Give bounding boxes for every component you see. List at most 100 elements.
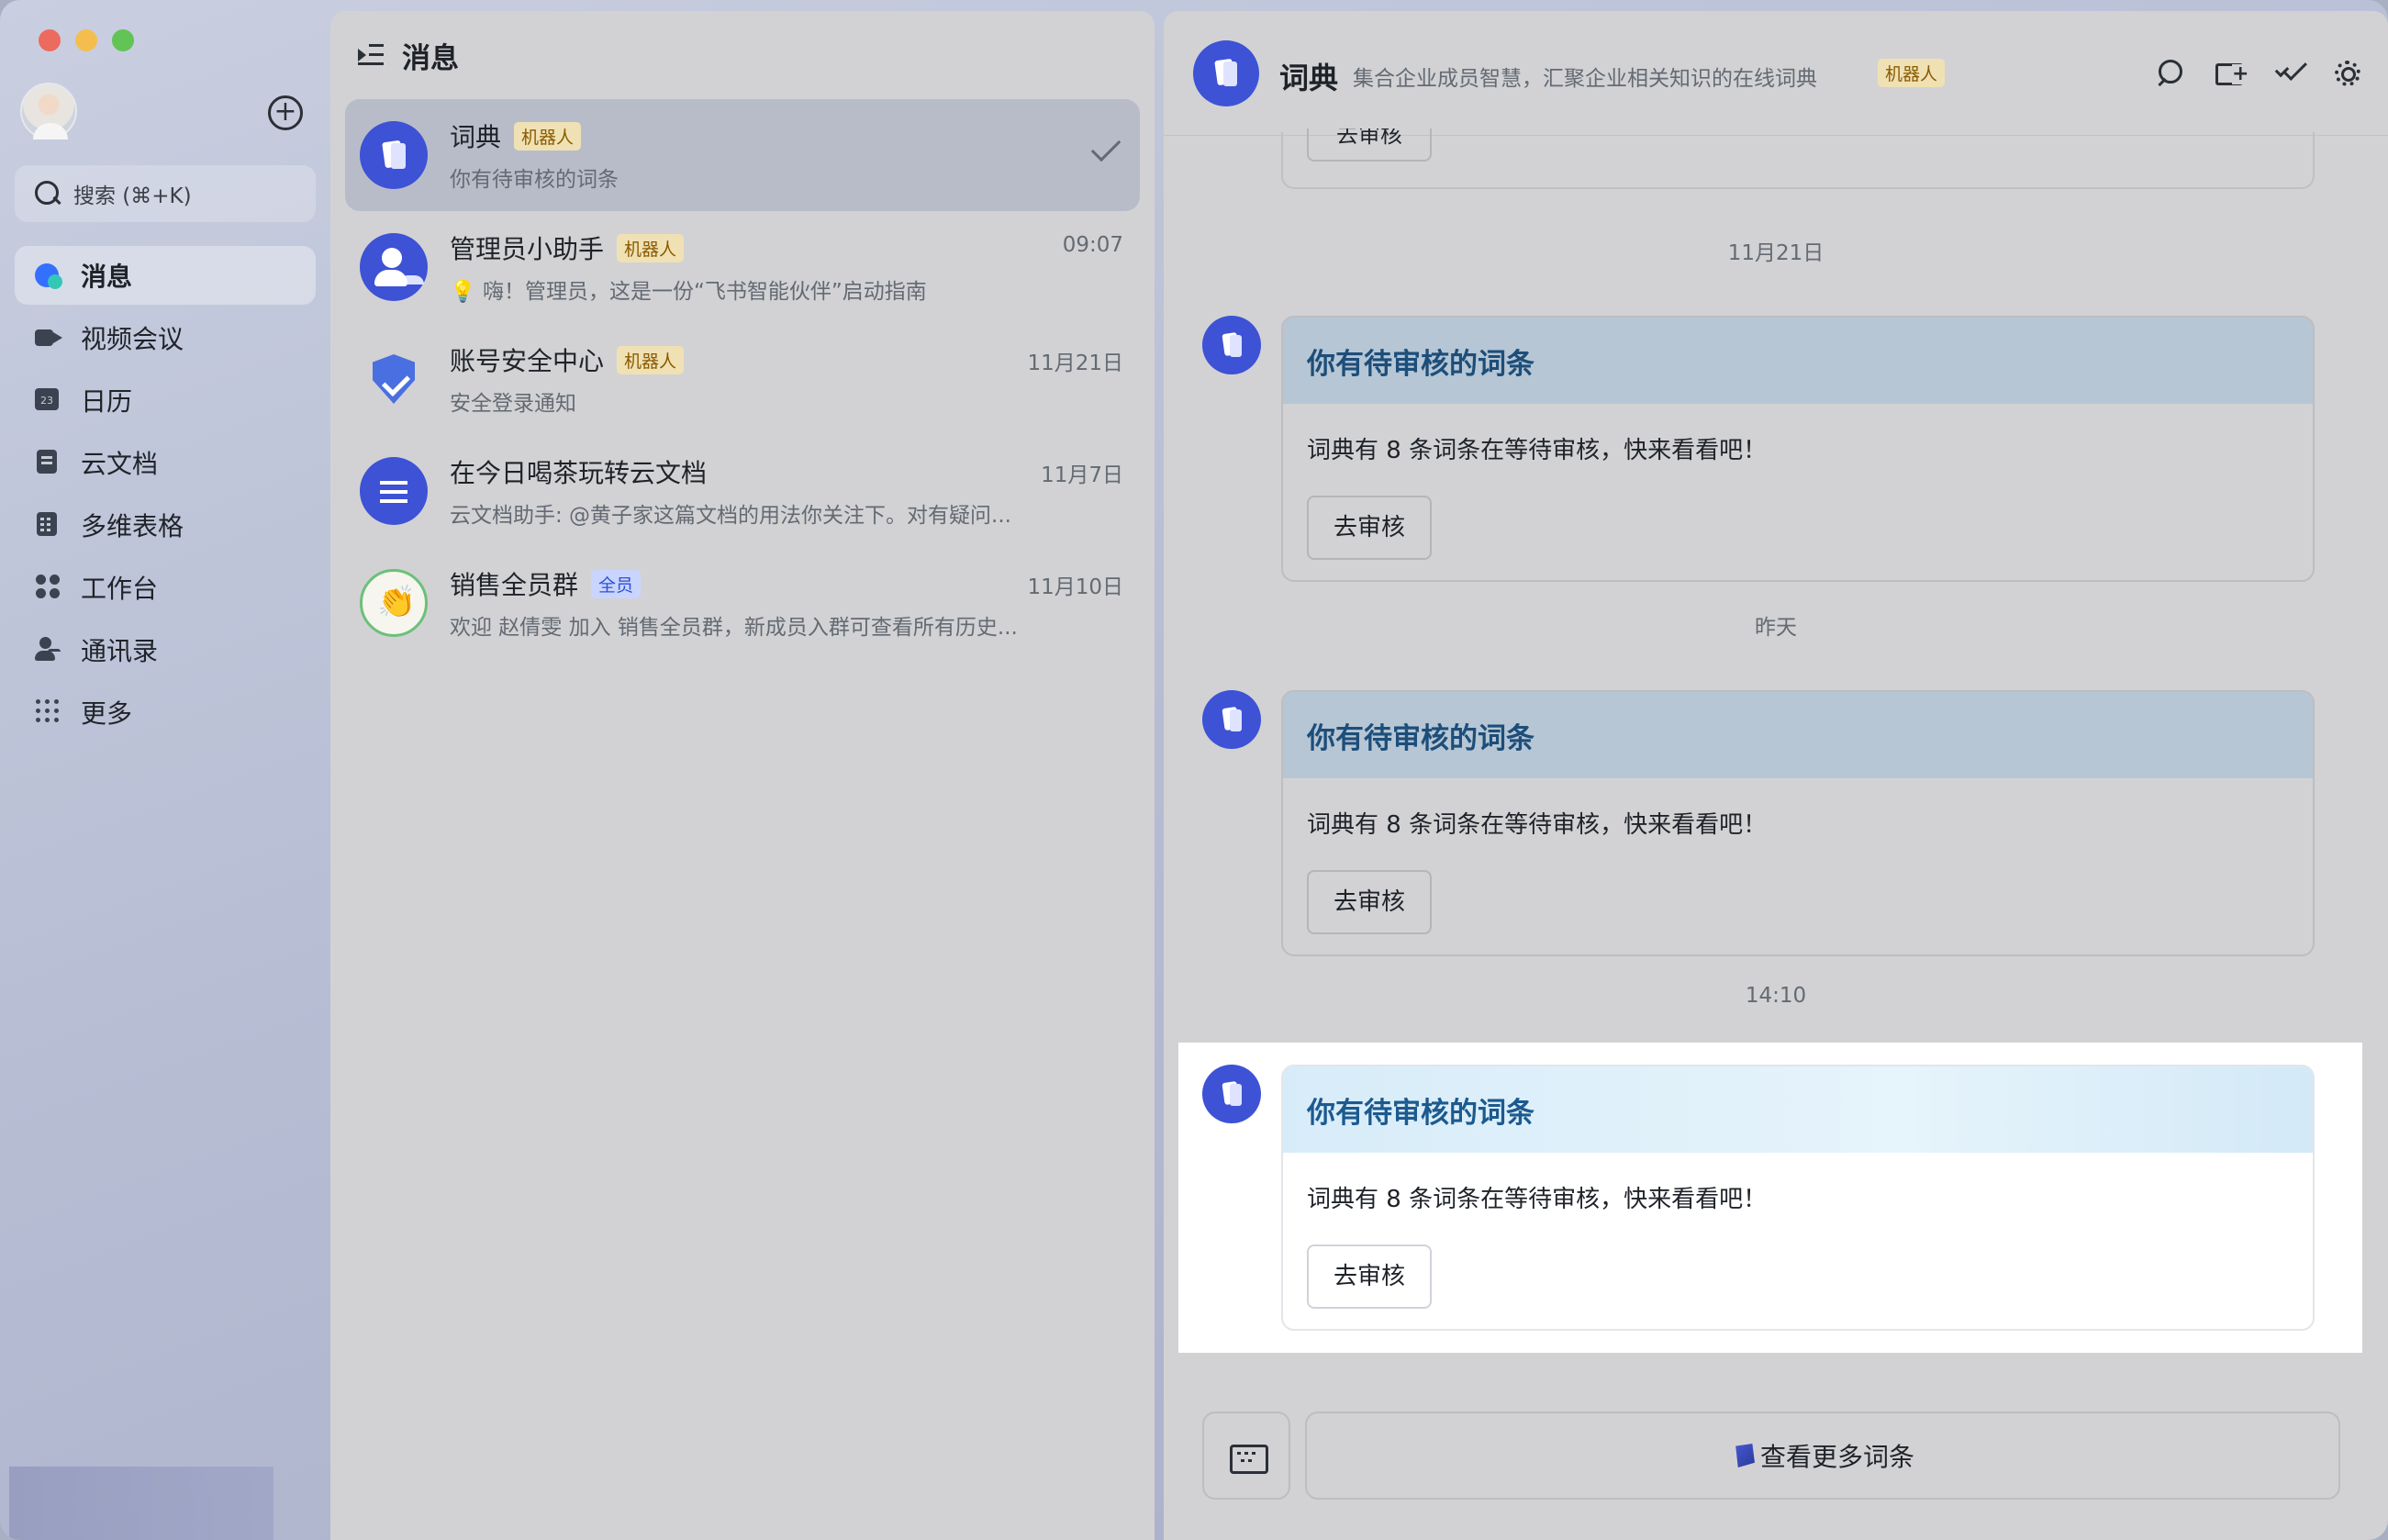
review-button[interactable]: 去审核 xyxy=(1307,870,1432,934)
sidebar-item-video-meeting[interactable]: 视频会议 xyxy=(15,308,316,367)
view-more-entries-button[interactable]: 查看更多词条 xyxy=(1305,1412,2340,1500)
gear-icon[interactable] xyxy=(2333,59,2360,86)
app-window: + 搜索 (⌘+K) 消息 视频会议 日历 云文档 xyxy=(0,0,2388,1540)
conversation-list-panel: 消息 词典 机器人 你有待审核的词条 管理员小助手 机器人 💡 嗨！管理员，这是… xyxy=(330,11,1155,1540)
sidebar-item-docs[interactable]: 云文档 xyxy=(15,433,316,492)
conversation-name: 管理员小助手 机器人 xyxy=(450,229,685,266)
sidebar-item-workspace[interactable]: 工作台 xyxy=(15,558,316,617)
conversation-item-sales-group[interactable]: 销售全员群 全员 欢迎 赵倩雯 加入 销售全员群，新成员入群可查看所有历史...… xyxy=(345,547,1140,659)
message-card-item-highlighted: 你有待审核的词条 词典有 8 条词条在等待审核，快来看看吧！ 去审核 xyxy=(1178,1043,2362,1353)
review-button[interactable]: 去审核 xyxy=(1307,496,1432,560)
conversation-name: 在今日喝茶玩转云文档 xyxy=(450,453,707,490)
minimize-window-button[interactable] xyxy=(75,29,97,51)
conversation-time: 11月21日 xyxy=(1027,352,1123,375)
dictionary-bot-avatar xyxy=(360,121,428,189)
conversation-item-doc-group[interactable]: 在今日喝茶玩转云文档 云文档助手: @黄子家这篇文档的用法你关注下。对有疑问..… xyxy=(345,435,1140,547)
conversation-time: 09:07 xyxy=(1062,233,1123,257)
sidebar-footer-area xyxy=(9,1467,273,1540)
card-text: 词典有 8 条词条在等待审核，快来看看吧！ xyxy=(1307,437,1768,464)
document-icon xyxy=(360,457,428,525)
bot-tag: 机器人 xyxy=(514,121,582,151)
keyboard-icon[interactable] xyxy=(1202,1412,1290,1500)
view-more-label: 查看更多词条 xyxy=(1759,1442,1914,1472)
sidebar: + 搜索 (⌘+K) 消息 视频会议 日历 云文档 xyxy=(0,0,330,1540)
conversation-name-text: 词典 xyxy=(450,122,502,152)
sidebar-item-label: 日历 xyxy=(81,386,133,417)
review-card: 你有待审核的词条 词典有 8 条词条在等待审核，快来看看吧！ 去审核 xyxy=(1281,690,2315,956)
window-controls xyxy=(39,29,134,51)
search-chat-icon[interactable] xyxy=(2157,59,2184,86)
conversation-name-text: 在今日喝茶玩转云文档 xyxy=(450,458,708,488)
bot-tag: 机器人 xyxy=(617,345,685,374)
sidebar-item-calendar[interactable]: 日历 xyxy=(15,371,316,430)
review-button[interactable]: 去审核 xyxy=(1307,128,1432,162)
time-separator: 14:10 xyxy=(1745,984,1807,1008)
conversation-preview: 安全登录通知 xyxy=(450,392,576,416)
user-avatar[interactable] xyxy=(20,83,77,139)
time-separator: 11月21日 xyxy=(1727,241,1824,265)
video-icon xyxy=(35,324,62,352)
sidebar-item-base[interactable]: 多维表格 xyxy=(15,496,316,554)
card-title: 你有待审核的词条 xyxy=(1283,1066,2313,1153)
bot-tag: 机器人 xyxy=(617,233,685,262)
message-card-item: 你有待审核的词条 词典有 8 条词条在等待审核，快来看看吧！ 去审核 xyxy=(1164,690,2388,956)
conversation-preview: 云文档助手: @黄子家这篇文档的用法你关注下。对有疑问... xyxy=(450,504,1011,528)
conversation-time: 11月7日 xyxy=(1041,463,1123,487)
done-check-icon[interactable] xyxy=(1090,131,1121,162)
mark-done-icon[interactable] xyxy=(2274,59,2302,86)
workspace-icon xyxy=(35,574,62,601)
clapping-hands-icon xyxy=(360,569,428,637)
sidebar-item-messages[interactable]: 消息 xyxy=(15,246,316,305)
calendar-icon xyxy=(35,386,62,414)
conversation-name-text: 销售全员群 xyxy=(450,570,579,600)
search-box[interactable]: 搜索 (⌘+K) xyxy=(15,165,316,222)
add-button[interactable]: + xyxy=(268,95,303,130)
dictionary-bot-avatar[interactable] xyxy=(1202,316,1261,374)
conversation-preview: 欢迎 赵倩雯 加入 销售全员群，新成员入群可查看所有历史... xyxy=(450,616,1018,640)
conversation-name-text: 管理员小助手 xyxy=(450,234,605,264)
sidebar-item-label: 视频会议 xyxy=(81,324,184,354)
chat-title: 词典 xyxy=(1279,61,1339,95)
conversation-item-dictionary[interactable]: 词典 机器人 你有待审核的词条 xyxy=(345,99,1140,211)
maximize-window-button[interactable] xyxy=(112,29,134,51)
sidebar-item-more[interactable]: 更多 xyxy=(15,683,316,742)
conversation-item-admin-assistant[interactable]: 管理员小助手 机器人 💡 嗨！管理员，这是一份“飞书智能伙伴”启动指南 09:0… xyxy=(345,211,1140,323)
message-card-item: 你有待审核的词条 词典有 8 条词条在等待审核，快来看看吧！ 去审核 xyxy=(1164,316,2388,582)
conversation-time: 11月10日 xyxy=(1027,575,1123,599)
card-title: 你有待审核的词条 xyxy=(1283,318,2313,404)
conversation-item-security-center[interactable]: 账号安全中心 机器人 安全登录通知 11月21日 xyxy=(345,323,1140,435)
chat-panel: 词典 集合企业成员智慧，汇聚企业相关知识的在线词典 机器人 去审核 11月21日… xyxy=(1164,11,2388,1540)
collapse-sidebar-icon[interactable] xyxy=(358,43,385,67)
sidebar-item-contacts[interactable]: 通讯录 xyxy=(15,620,316,679)
dictionary-bot-avatar[interactable] xyxy=(1202,690,1261,749)
close-window-button[interactable] xyxy=(39,29,61,51)
conversation-name: 账号安全中心 机器人 xyxy=(450,341,685,378)
sidebar-item-label: 多维表格 xyxy=(81,511,184,541)
message-stream[interactable]: 去审核 11月21日 你有待审核的词条 词典有 8 条词条在等待审核，快来看看吧… xyxy=(1164,128,2388,1402)
sidebar-item-label: 更多 xyxy=(81,698,133,729)
previous-message-card: 去审核 xyxy=(1281,128,2315,189)
search-icon xyxy=(35,181,61,206)
bot-tag: 机器人 xyxy=(1878,59,1946,87)
review-card: 你有待审核的词条 词典有 8 条词条在等待审核，快来看看吧！ 去审核 xyxy=(1281,316,2315,582)
conversation-preview: 你有待审核的词条 xyxy=(450,168,619,192)
add-tab-icon[interactable] xyxy=(2215,59,2249,86)
conversation-preview: 💡 嗨！管理员，这是一份“飞书智能伙伴”启动指南 xyxy=(450,280,927,304)
shield-icon xyxy=(360,345,428,413)
time-separator: 昨天 xyxy=(1755,616,1797,640)
message-icon xyxy=(35,262,62,289)
sidebar-item-label: 云文档 xyxy=(81,449,159,479)
dictionary-bot-avatar[interactable] xyxy=(1193,40,1259,106)
more-icon xyxy=(35,698,62,726)
doc-icon xyxy=(35,449,62,476)
sidebar-item-label: 消息 xyxy=(81,262,133,292)
all-members-tag: 全员 xyxy=(591,569,642,598)
conversation-list-title: 消息 xyxy=(402,41,459,75)
conversation-name: 词典 机器人 xyxy=(450,117,582,154)
review-button[interactable]: 去审核 xyxy=(1307,1244,1432,1309)
contacts-icon xyxy=(35,636,62,664)
dictionary-bot-avatar[interactable] xyxy=(1202,1065,1261,1123)
sidebar-nav: 消息 视频会议 日历 云文档 多维表格 工作台 xyxy=(15,246,316,745)
sidebar-item-label: 通讯录 xyxy=(81,636,159,666)
dictionary-gem-icon xyxy=(1735,1444,1755,1467)
